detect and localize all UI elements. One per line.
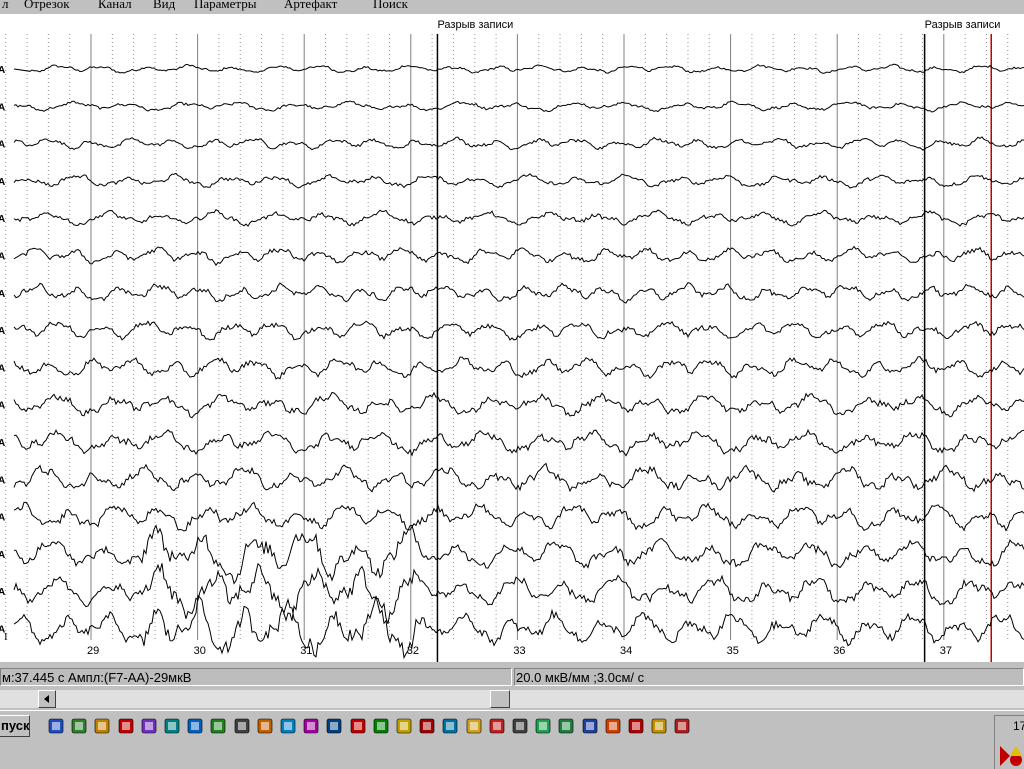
menu-item-2[interactable]: Канал	[98, 0, 132, 12]
menu-bar: л Отрезок Канал Вид Параметры Артефакт Поиск	[0, 0, 1024, 14]
scroll-left-button[interactable]	[38, 690, 56, 708]
time-tick-label: 29	[87, 645, 99, 657]
folder-icon[interactable]	[466, 718, 482, 734]
cursor-info-field: м:37.445 с Ампл:(F7-AA)-29мкВ	[0, 668, 512, 686]
pencil-icon[interactable]	[651, 718, 667, 734]
time-tick-label: 35	[727, 645, 739, 657]
taskbar: пуск 17	[0, 710, 1024, 769]
checkbox-icon[interactable]	[210, 718, 226, 734]
menu-item-4[interactable]: Параметры	[194, 0, 257, 12]
clock: 17	[1013, 719, 1024, 733]
system-tray: 17	[994, 715, 1024, 769]
image-icon[interactable]	[489, 718, 505, 734]
record-break-label: Разрыв записи	[925, 19, 1001, 31]
media-player-icon[interactable]	[94, 718, 110, 734]
menu-item-0[interactable]: л	[2, 0, 9, 12]
menu-item-3[interactable]: Вид	[153, 0, 175, 12]
status-bar: м:37.445 с Ампл:(F7-AA)-29мкВ 20.0 мкВ/м…	[0, 668, 1024, 686]
channel-label: A	[0, 289, 5, 300]
internet-explorer-icon[interactable]	[187, 718, 203, 734]
channel-label: A	[0, 102, 5, 113]
eeg-waveform-canvas[interactable]: 29 30 31 32 33 34 35 36 37Разрыв записи Разрыв за…	[0, 14, 1024, 662]
chemistry-icon[interactable]	[535, 718, 551, 734]
eeg-channel-trace	[13, 391, 1024, 419]
eeg-channel-trace	[13, 320, 1024, 341]
scale-info-field: 20.0 мкВ/мм ;3.0см/ с	[514, 668, 1024, 686]
eeg-channel-trace	[13, 524, 1024, 585]
menu-item-1[interactable]: Отрезок	[24, 0, 70, 12]
channel-label: A	[0, 438, 5, 449]
pen-icon[interactable]	[512, 718, 528, 734]
arrow-left-icon	[44, 695, 49, 703]
chart-icon[interactable]	[280, 718, 296, 734]
eeg-channel-trace	[13, 428, 1024, 457]
acrobat-icon[interactable]	[628, 718, 644, 734]
scroll-thumb[interactable]	[490, 690, 510, 708]
excel-icon[interactable]	[558, 718, 574, 734]
eeg-channel-trace	[13, 100, 1024, 113]
channel-label: A	[0, 214, 5, 225]
antivirus-icon[interactable]	[998, 744, 1022, 768]
channel-label: A	[0, 326, 5, 337]
channel-label: A	[0, 140, 5, 151]
start-button[interactable]: пуск	[0, 715, 30, 737]
menu-item-5[interactable]: Артефакт	[284, 0, 337, 12]
picture-icon[interactable]	[605, 718, 621, 734]
channel-label: A	[0, 177, 5, 188]
time-tick-label: 30	[194, 645, 206, 657]
eeg-channel-trace	[13, 282, 1024, 304]
time-tick-label: 33	[513, 645, 525, 657]
time-tick-label: 31	[300, 645, 312, 657]
edit-icon[interactable]	[48, 718, 64, 734]
eeg-channel-trace	[13, 562, 1024, 624]
paint-icon[interactable]	[257, 718, 273, 734]
channel-label: A	[0, 252, 5, 263]
eeg-channel-trace	[13, 501, 1024, 532]
network-icon[interactable]	[141, 718, 157, 734]
eeg-channel-trace	[13, 462, 1024, 493]
channel-label: A	[0, 65, 5, 76]
eeg-channel-trace	[13, 63, 1024, 74]
menu-item-6[interactable]: Поиск	[373, 0, 408, 12]
eeg-channel-trace	[13, 356, 1024, 380]
channel-label: A	[0, 550, 5, 561]
display-icon[interactable]	[373, 718, 389, 734]
word-icon[interactable]	[582, 718, 598, 734]
channel-label: A	[0, 363, 5, 374]
eeg-channel-trace	[13, 245, 1024, 267]
globe-icon[interactable]	[442, 718, 458, 734]
time-tick-label: 34	[620, 645, 632, 657]
tools-icon[interactable]	[118, 718, 134, 734]
stamp-icon[interactable]	[350, 718, 366, 734]
horizontal-scrollbar[interactable]	[0, 690, 1024, 708]
channel-label: A	[0, 513, 5, 524]
eeg-chart-area[interactable]: 29 30 31 32 33 34 35 36 37 Разрыв записи Разрыв за…	[0, 14, 1024, 662]
reader-icon[interactable]	[419, 718, 435, 734]
channel-label: A	[0, 475, 5, 486]
channel-label: A	[0, 401, 5, 412]
notepad-icon[interactable]	[674, 718, 690, 734]
eeg-channel-trace	[13, 172, 1024, 189]
record-break-label: Разрыв записи	[437, 19, 513, 31]
time-tick-label: 37	[940, 645, 952, 657]
scanner-icon[interactable]	[234, 718, 250, 734]
shortcut-icon[interactable]	[71, 718, 87, 734]
disc-icon[interactable]	[164, 718, 180, 734]
eeg-channel-trace	[13, 209, 1024, 227]
eeg-channel-trace	[13, 136, 1024, 151]
funnel-icon[interactable]	[396, 718, 412, 734]
book-icon[interactable]	[326, 718, 342, 734]
time-tick-label: 36	[833, 645, 845, 657]
colorful-icon[interactable]	[303, 718, 319, 734]
amplitude-scale-marker: I	[4, 631, 8, 643]
channel-label: A	[0, 587, 5, 598]
